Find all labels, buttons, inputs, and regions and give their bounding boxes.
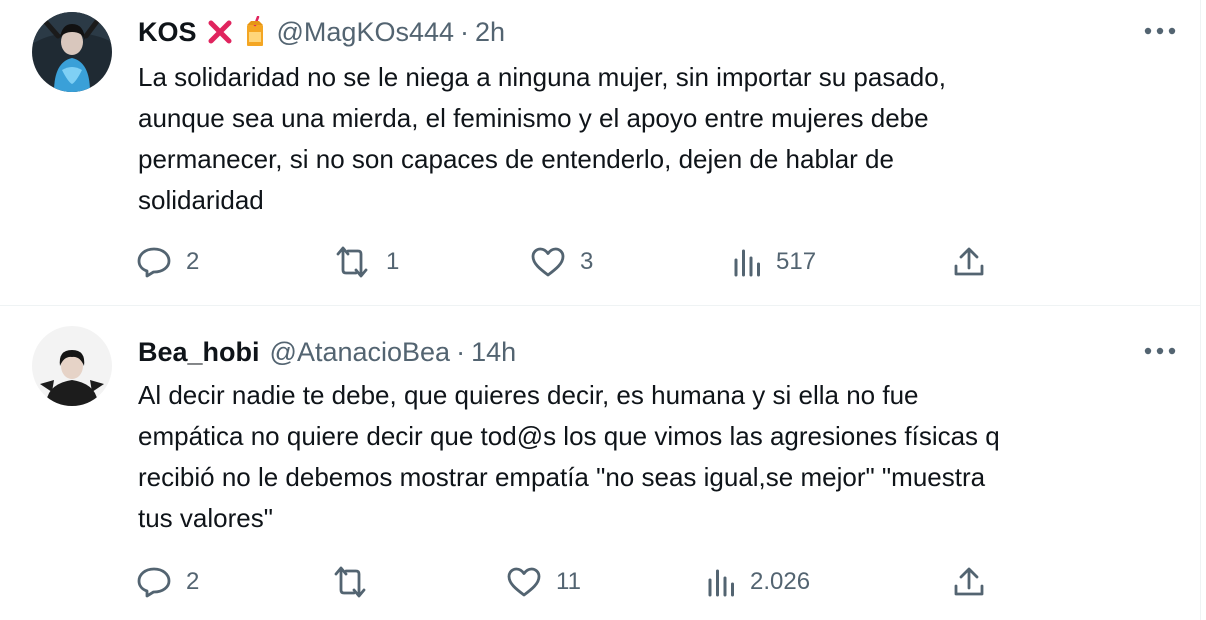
tweet-header: KOS @MagKOs444 · 2h [138,12,1180,52]
tweet-text-line: aunque sea una mierda, el feminismo y el… [138,103,929,133]
tweet-text-line: tus valores" [138,503,273,533]
user-handle[interactable]: @MagKOs444 [277,17,455,48]
reply-count: 2 [186,568,200,595]
tweet-text-line: Al decir nadie te debe, que quieres deci… [138,380,919,410]
like-button[interactable]: 3 [530,242,593,282]
more-icon[interactable] [1140,16,1180,46]
tweet-text-line: empática no quiere decir que tod@s los q… [138,421,1000,451]
avatar[interactable] [32,12,112,92]
view-count: 517 [776,248,817,275]
cross-mark-emoji-icon [205,17,235,47]
separator-dot: · [460,16,470,47]
retweet-button[interactable] [330,562,384,602]
like-icon [507,567,541,597]
timestamp[interactable]: 2h [475,17,505,48]
tweet-text-line: recibió no le debemos mostrar empatía "n… [138,462,986,492]
share-button[interactable] [952,562,986,602]
view-count: 2.026 [750,568,811,595]
beverage-box-emoji-icon [243,16,267,48]
tweet-actions: 2 1 3 517 [136,242,1200,282]
avatar-image [32,326,112,406]
avatar-image [32,12,112,92]
reply-icon [137,247,171,278]
retweet-count: 1 [386,248,400,275]
reply-icon [137,567,171,598]
retweet-icon [334,566,366,598]
tweet-text: La solidaridad no se le niega a ninguna … [138,57,1160,221]
display-name[interactable]: KOS [138,17,197,48]
views-icon [708,569,734,597]
like-icon [531,247,565,277]
avatar[interactable] [32,326,112,406]
views-icon [734,249,760,277]
tweet-text-line: solidaridad [138,185,264,215]
reply-count: 2 [186,248,200,275]
views-button[interactable]: 2.026 [706,562,810,602]
share-icon [954,247,984,276]
retweet-icon [336,246,368,278]
retweet-button[interactable]: 1 [332,242,399,282]
timestamp[interactable]: 14h [471,337,516,368]
separator-dot: · [456,336,466,367]
like-count: 3 [580,248,594,275]
tweet[interactable]: Bea_hobi @AtanacioBea · 14h Al decir nad… [0,306,1200,620]
share-icon [954,567,984,596]
like-button[interactable]: 11 [506,562,581,602]
reply-button[interactable]: 2 [136,242,199,282]
tweet-text-line: permanecer, si no son capaces de entende… [138,144,894,174]
like-count: 11 [556,568,581,595]
share-button[interactable] [952,242,986,282]
tweet-text-line: La solidaridad no se le niega a ninguna … [138,62,946,92]
user-handle[interactable]: @AtanacioBea [270,337,451,368]
display-name[interactable]: Bea_hobi [138,337,260,368]
tweet-text: Al decir nadie te debe, que quieres deci… [138,375,1160,539]
tweet-header: Bea_hobi @AtanacioBea · 14h [138,332,1180,372]
timeline: KOS @MagKOs444 · 2h La solidaridad no se… [0,0,1201,620]
views-button[interactable]: 517 [732,242,816,282]
tweet[interactable]: KOS @MagKOs444 · 2h La solidaridad no se… [0,0,1200,306]
reply-button[interactable]: 2 [136,562,199,602]
more-icon[interactable] [1140,336,1180,366]
tweet-actions: 2 11 2.026 [136,562,1200,602]
